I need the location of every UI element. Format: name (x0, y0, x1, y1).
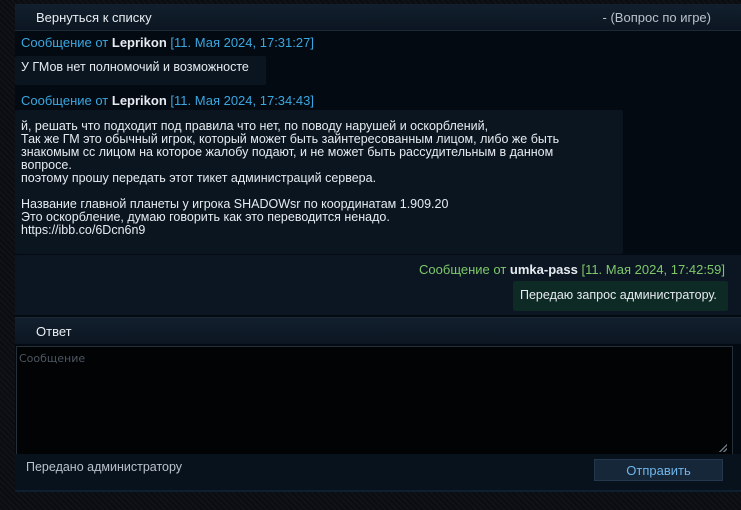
ticket-header: Вернуться к списку - (Вопрос по игре) (15, 4, 741, 31)
message-author: Leprikon (111, 35, 167, 50)
back-to-list-link[interactable]: Вернуться к списку (36, 10, 152, 25)
message-line: У ГМов нет полномочий и возможносте (21, 60, 249, 74)
message-line[interactable]: https://ibb.co/6Dcn6n9 (21, 224, 623, 237)
ticket-panel: Вернуться к списку - (Вопрос по игре) Со… (15, 4, 741, 492)
ticket-topic: - (Вопрос по игре) (602, 10, 711, 25)
reply-header: Ответ (15, 317, 741, 344)
send-button[interactable]: Отправить (594, 459, 723, 481)
reply-title: Ответ (36, 324, 72, 339)
message-meta: Сообщение от Leprikon [11. Мая 2024, 17:… (21, 35, 314, 50)
resize-handle-icon[interactable] (719, 444, 727, 452)
message-prefix: Сообщение от (419, 262, 510, 277)
bottom-divider (15, 490, 741, 492)
message-line: Передаю запрос администратору. (520, 288, 717, 302)
message-date: [11. Мая 2024, 17:42:59] (581, 262, 725, 277)
message-prefix: Сообщение от (21, 93, 112, 108)
ticket-status: Передано администратору (26, 460, 183, 474)
message-date: [11. Мая 2024, 17:34:43] (170, 93, 314, 108)
message-author: Leprikon (111, 93, 167, 108)
message-author: umka-pass (509, 262, 578, 277)
message-prefix: Сообщение от (21, 35, 112, 50)
message-meta: Сообщение от umka-pass [11. Мая 2024, 17… (419, 262, 725, 277)
message-line: поэтому прошу передать этот тикет админи… (21, 171, 377, 185)
message-bubble: й, решать что подходит под правила что н… (15, 110, 623, 254)
message-bubble: У ГМов нет полномочий и возможносте (15, 56, 266, 85)
message-bubble: Передаю запрос администратору. (513, 281, 728, 311)
message-date: [11. Мая 2024, 17:31:27] (170, 35, 314, 50)
message-meta: Сообщение от Leprikon [11. Мая 2024, 17:… (21, 93, 314, 108)
status-bar: Передано администратору Отправить (15, 454, 741, 490)
message-line: знакомым сс лицом на которое жалобу пода… (21, 145, 554, 159)
message-textarea[interactable] (16, 346, 733, 462)
